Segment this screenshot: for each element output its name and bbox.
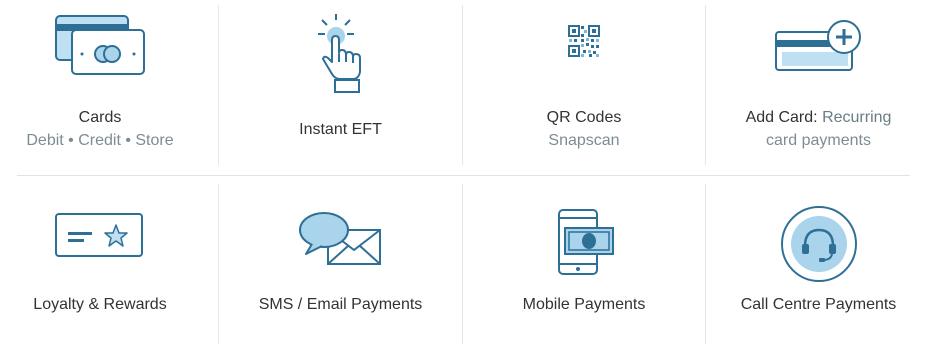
tile-instant-eft[interactable]: Instant EFT	[219, 0, 462, 175]
tile-title: Cards	[78, 109, 122, 126]
tile-qr-codes[interactable]: QR Codes Snapscan	[463, 0, 705, 175]
tile-loyalty-rewards[interactable]: Loyalty & Rewards	[0, 176, 200, 344]
qr-code-icon	[568, 25, 600, 57]
tile-sms-email-payments[interactable]: SMS / Email Payments	[219, 176, 462, 344]
tile-add-card[interactable]: Add Card: Recurring card payments	[706, 0, 931, 175]
tile-title: Instant EFT	[299, 121, 382, 138]
tile-title: Mobile Payments	[522, 296, 646, 313]
tile-mobile-payments[interactable]: Mobile Payments	[463, 176, 705, 344]
tile-title: Add Card:	[745, 109, 818, 126]
tile-title: Call Centre Payments	[740, 296, 897, 313]
payment-methods-grid: Cards Debit • Credit • Store Instant EFT	[0, 0, 931, 344]
tile-title: QR Codes	[546, 109, 622, 126]
tile-title-extra: Recurring	[822, 109, 892, 126]
headset-icon	[780, 206, 857, 282]
tap-hand-icon	[317, 14, 361, 93]
tile-title: Loyalty & Rewards	[33, 296, 167, 313]
tile-title: SMS / Email Payments	[258, 296, 423, 313]
tile-title-row: Add Card: Recurring	[706, 107, 931, 129]
mobile-payment-icon	[558, 209, 614, 275]
add-card-icon	[774, 20, 861, 71]
credit-cards-icon	[55, 15, 145, 75]
sms-email-icon	[298, 212, 381, 265]
tile-subtitle: card payments	[766, 132, 871, 149]
tile-cards[interactable]: Cards Debit • Credit • Store	[0, 0, 200, 175]
tile-subtitle: Debit • Credit • Store	[26, 132, 174, 149]
tile-subtitle: Snapscan	[548, 132, 620, 149]
tile-call-centre-payments[interactable]: Call Centre Payments	[706, 176, 931, 344]
loyalty-card-icon	[55, 213, 143, 257]
